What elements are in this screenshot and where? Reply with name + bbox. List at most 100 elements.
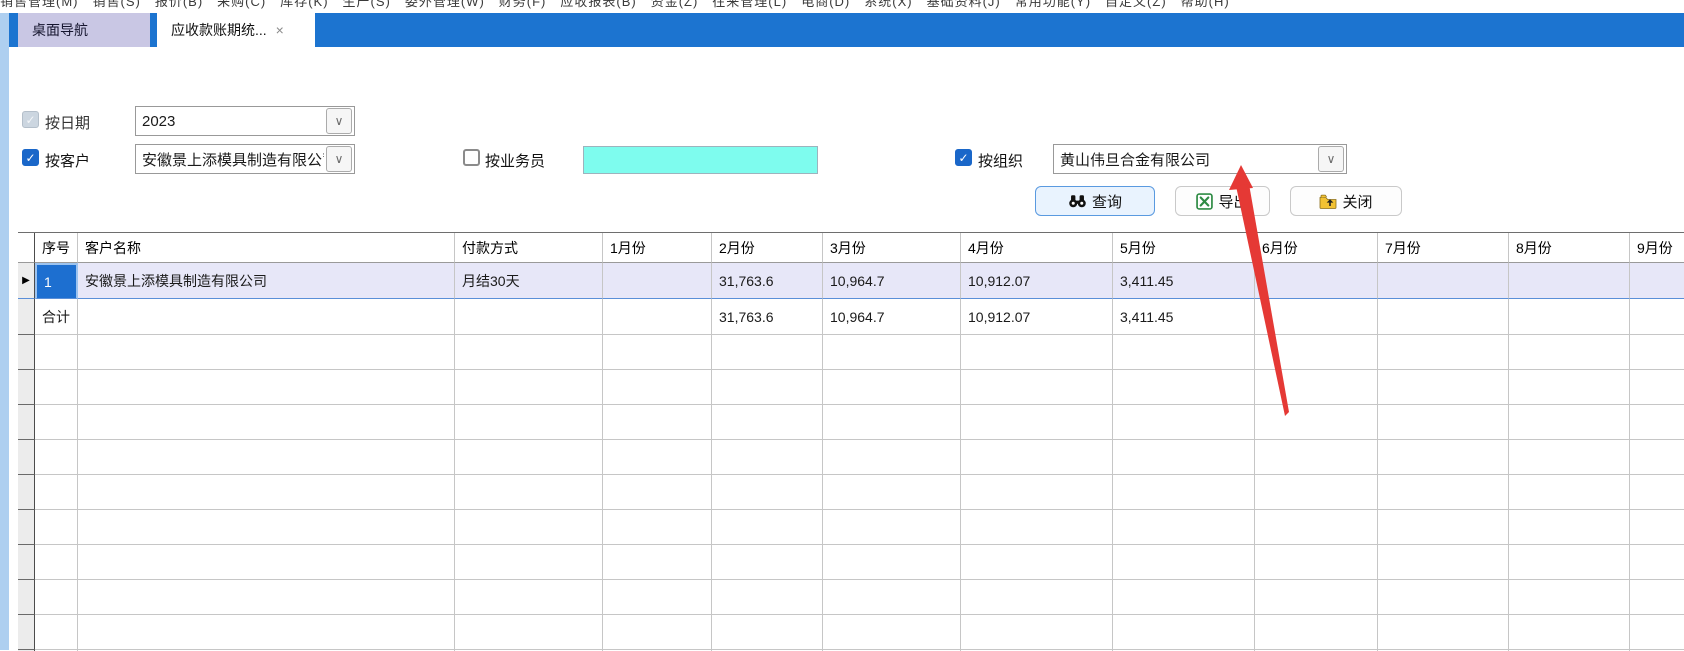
column-header-3月份[interactable]: 3月份: [823, 233, 961, 263]
grid-cell: [603, 510, 712, 545]
grid-cell[interactable]: [455, 299, 603, 335]
grid-cell[interactable]: [603, 263, 712, 299]
grid-cell: [1255, 370, 1378, 405]
by-date-checkbox[interactable]: ✓: [22, 111, 39, 128]
column-header-6月份[interactable]: 6月份: [1255, 233, 1378, 263]
grid-cell[interactable]: 月结30天: [455, 263, 603, 299]
grid-cell: [603, 405, 712, 440]
column-header-序号[interactable]: 序号: [35, 233, 78, 263]
customer-select[interactable]: 安徽景上添模具制造有限公司 ∨: [135, 144, 355, 174]
grid-cell: [1113, 370, 1255, 405]
grid-cell[interactable]: 10,964.7: [823, 299, 961, 335]
grid-cell: [1378, 545, 1509, 580]
empty-row: [18, 370, 1684, 405]
grid-cell: [35, 615, 78, 650]
grid-cell[interactable]: [1255, 263, 1378, 299]
grid-cell[interactable]: 1: [35, 263, 78, 299]
chevron-down-icon[interactable]: ∨: [1318, 146, 1344, 172]
close-button[interactable]: 关闭: [1290, 186, 1402, 216]
by-org-checkbox[interactable]: ✓: [955, 149, 972, 166]
customer-select-value: 安徽景上添模具制造有限公司: [136, 149, 324, 170]
empty-row: [18, 615, 1684, 650]
empty-row: [18, 545, 1684, 580]
column-header-7月份[interactable]: 7月份: [1378, 233, 1509, 263]
column-header-4月份[interactable]: 4月份: [961, 233, 1113, 263]
grid-cell: [78, 335, 455, 370]
org-select[interactable]: 黄山伟旦合金有限公司 ∨: [1053, 144, 1347, 174]
column-header-付款方式[interactable]: 付款方式: [455, 233, 603, 263]
salesman-input[interactable]: [583, 146, 818, 174]
grid-cell[interactable]: 10,912.07: [961, 263, 1113, 299]
grid-cell: [455, 580, 603, 615]
tab-receivable-aging-stats[interactable]: 应收款账期统... ×: [157, 13, 315, 47]
column-header-客户名称[interactable]: 客户名称: [78, 233, 455, 263]
grid-cell: [1378, 615, 1509, 650]
exit-folder-icon: [1319, 194, 1337, 209]
grid-cell: [603, 545, 712, 580]
grid-cell[interactable]: [1630, 263, 1684, 299]
query-button[interactable]: 查询: [1035, 186, 1155, 216]
chevron-down-icon[interactable]: ∨: [326, 108, 352, 134]
grid-cell: [712, 545, 823, 580]
column-header-9月份[interactable]: 9月份: [1630, 233, 1684, 263]
grid-cell[interactable]: [1378, 263, 1509, 299]
close-icon[interactable]: ×: [276, 22, 284, 38]
year-select[interactable]: 2023 ∨: [135, 106, 355, 136]
column-header-5月份[interactable]: 5月份: [1113, 233, 1255, 263]
grid-cell[interactable]: [1630, 299, 1684, 335]
grid-cell: [1630, 440, 1684, 475]
grid-cell[interactable]: [1378, 299, 1509, 335]
grid-cell: [1113, 615, 1255, 650]
grid-cell[interactable]: [1509, 299, 1630, 335]
grid-cell[interactable]: 10,912.07: [961, 299, 1113, 335]
column-header-2月份[interactable]: 2月份: [712, 233, 823, 263]
grid-cell[interactable]: [1255, 299, 1378, 335]
tab-desktop-navigation[interactable]: 桌面导航: [18, 13, 150, 47]
grid-cell[interactable]: 31,763.6: [712, 263, 823, 299]
grid-cell: [1630, 405, 1684, 440]
row-indicator-cell: [18, 580, 35, 615]
grid-cell: [1113, 440, 1255, 475]
by-salesman-checkbox[interactable]: [463, 149, 480, 166]
grid-cell: [455, 615, 603, 650]
grid-corner-cell[interactable]: [18, 233, 35, 263]
grid-cell[interactable]: [1509, 263, 1630, 299]
grid-cell[interactable]: [603, 299, 712, 335]
grid-cell: [1509, 580, 1630, 615]
row-indicator-cell[interactable]: [18, 299, 35, 335]
column-header-8月份[interactable]: 8月份: [1509, 233, 1630, 263]
grid-cell: [1509, 335, 1630, 370]
grid-cell: [823, 440, 961, 475]
grid-cell[interactable]: 合计: [35, 299, 78, 335]
grid-cell[interactable]: 10,964.7: [823, 263, 961, 299]
grid-cell: [1630, 475, 1684, 510]
grid-cell: [823, 580, 961, 615]
by-date-label: 按日期: [45, 112, 90, 133]
by-customer-checkbox[interactable]: ✓: [22, 149, 39, 166]
grid-cell[interactable]: [78, 299, 455, 335]
menu-bar-clipped[interactable]: 销售管理(M) 销售(S) 报价(B) 采购(C) 库存(K) 生产(S) 委外…: [0, 0, 1684, 13]
grid-cell[interactable]: 3,411.45: [1113, 263, 1255, 299]
grid-cell: [961, 370, 1113, 405]
grid-cell: [78, 370, 455, 405]
grid-cell[interactable]: 3,411.45: [1113, 299, 1255, 335]
grid-cell: [1378, 440, 1509, 475]
grid-cell[interactable]: 31,763.6: [712, 299, 823, 335]
grid-cell: [1509, 615, 1630, 650]
chevron-down-icon[interactable]: ∨: [326, 146, 352, 172]
tab-bar: 桌面导航 应收款账期统... ×: [0, 13, 1684, 47]
grid-cell: [603, 370, 712, 405]
grid-cell: [961, 335, 1113, 370]
grid-cell[interactable]: 安徽景上添模具制造有限公司: [78, 263, 455, 299]
grid-cell: [1630, 510, 1684, 545]
grid-cell: [78, 510, 455, 545]
grid-cell: [1255, 545, 1378, 580]
column-header-1月份[interactable]: 1月份: [603, 233, 712, 263]
export-button[interactable]: 导出: [1175, 186, 1270, 216]
grid-header-row: 序号客户名称付款方式1月份2月份3月份4月份5月份6月份7月份8月份9月份: [18, 233, 1684, 263]
row-marker-cell[interactable]: ▶: [18, 263, 35, 299]
row-indicator-cell: [18, 510, 35, 545]
by-org-label: 按组织: [978, 150, 1023, 171]
grid-cell: [1509, 475, 1630, 510]
row-indicator-cell: [18, 615, 35, 650]
